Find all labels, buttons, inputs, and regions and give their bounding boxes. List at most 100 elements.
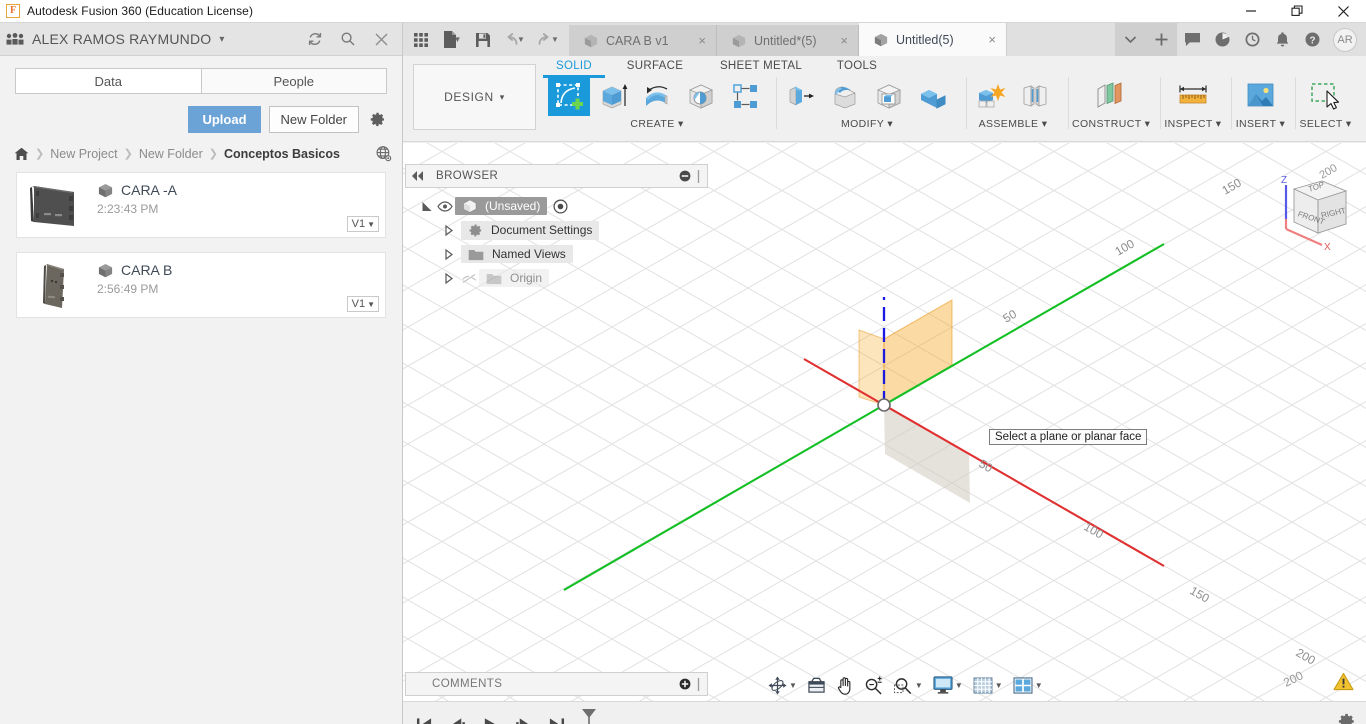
chevron-down-icon[interactable]: ▼: [915, 681, 923, 690]
job-status-button[interactable]: [1207, 23, 1237, 56]
tree-row-document-settings[interactable]: Document Settings: [405, 218, 708, 242]
timeline-begin-button[interactable]: [411, 710, 437, 724]
close-icon[interactable]: [371, 29, 391, 49]
tree-label-origin[interactable]: Origin: [479, 269, 550, 287]
panel-label-assemble[interactable]: ASSEMBLE ▾: [979, 118, 1048, 130]
breadcrumb-item-new-folder[interactable]: New Folder: [139, 147, 203, 161]
breadcrumb-item-new-project[interactable]: New Project: [50, 147, 117, 161]
minimize-button[interactable]: [1228, 0, 1274, 23]
gear-icon[interactable]: [1337, 712, 1356, 724]
measure-button[interactable]: [1167, 76, 1219, 116]
tree-row-origin[interactable]: Origin: [405, 266, 708, 290]
gear-icon[interactable]: [367, 110, 387, 130]
save-button[interactable]: [469, 26, 497, 54]
grip-icon[interactable]: [696, 677, 701, 691]
expand-arrow-icon[interactable]: [419, 201, 435, 212]
restore-button[interactable]: [1274, 0, 1320, 23]
viewcube[interactable]: TOP FRONT RIGHT Z X 200: [1256, 161, 1356, 257]
expand-arrow-icon[interactable]: [441, 224, 457, 236]
home-icon[interactable]: [14, 147, 29, 161]
panel-label-construct[interactable]: CONSTRUCT ▾: [1072, 118, 1150, 130]
timeline-step-back-button[interactable]: [444, 710, 470, 724]
eye-icon[interactable]: [435, 200, 455, 212]
timeline-end-button[interactable]: [543, 710, 569, 724]
look-at-button[interactable]: [800, 672, 829, 698]
workspace-switcher[interactable]: DESIGN ▾: [413, 64, 536, 130]
viewports-button[interactable]: ▼: [1006, 672, 1046, 698]
offset-plane-button[interactable]: [1084, 76, 1138, 116]
doc-tab-cara-b[interactable]: CARA B v1 ×: [569, 25, 717, 56]
tab-overflow-button[interactable]: [1115, 23, 1146, 56]
ribbon-tab-solid[interactable]: SOLID: [543, 56, 605, 78]
zoom-button[interactable]: [857, 672, 886, 698]
doc-tab-untitled-modified[interactable]: Untitled*(5) ×: [717, 25, 859, 56]
timeline-marker-icon[interactable]: [579, 708, 599, 724]
ribbon-tab-surface[interactable]: SURFACE: [605, 56, 705, 78]
grid-snaps-button[interactable]: ▼: [966, 672, 1006, 698]
refresh-icon[interactable]: [305, 29, 325, 49]
panel-label-modify[interactable]: MODIFY ▾: [841, 118, 893, 130]
target-icon[interactable]: [553, 198, 568, 214]
collapse-left-icon[interactable]: [410, 171, 426, 181]
ribbon-tab-sheet-metal[interactable]: SHEET METAL: [705, 56, 817, 78]
minus-circle-icon[interactable]: [679, 170, 691, 182]
chevron-down-icon[interactable]: ▼: [1035, 681, 1043, 690]
chevron-down-icon[interactable]: ▼: [955, 681, 963, 690]
panel-label-select[interactable]: SELECT ▾: [1299, 118, 1351, 130]
eye-hidden-icon[interactable]: [459, 273, 479, 284]
display-settings-button[interactable]: ▼: [926, 672, 966, 698]
zoom-window-button[interactable]: ▼: [886, 672, 926, 698]
panel-label-inspect[interactable]: INSPECT ▾: [1164, 118, 1221, 130]
chevron-down-icon[interactable]: ▼: [789, 681, 797, 690]
timeline-play-button[interactable]: [477, 710, 503, 724]
tree-row-unsaved[interactable]: (Unsaved): [405, 194, 708, 218]
new-component-button[interactable]: [970, 76, 1012, 116]
team-name[interactable]: ALEX RAMOS RAYMUNDO: [32, 31, 211, 47]
panel-label-create[interactable]: CREATE ▾: [630, 118, 683, 130]
tab-people[interactable]: People: [201, 68, 387, 94]
close-icon[interactable]: ×: [972, 32, 996, 47]
version-selector[interactable]: V1 ▼: [346, 216, 379, 232]
close-icon[interactable]: ×: [682, 33, 706, 48]
tree-label-named-views[interactable]: Named Views: [461, 245, 573, 263]
version-selector[interactable]: V1 ▼: [346, 296, 379, 312]
warning-triangle-icon[interactable]: [1333, 672, 1354, 691]
notifications-button[interactable]: [1267, 23, 1297, 56]
chevron-down-icon[interactable]: ▼: [995, 681, 1003, 690]
revolve-button[interactable]: [636, 76, 678, 116]
comments-panel[interactable]: COMMENTS: [405, 672, 708, 696]
panel-label-insert[interactable]: INSERT ▾: [1236, 118, 1286, 130]
tree-row-named-views[interactable]: Named Views: [405, 242, 708, 266]
pattern-button[interactable]: [724, 76, 766, 116]
globe-icon[interactable]: [375, 145, 392, 162]
combine-button[interactable]: [912, 76, 954, 116]
search-icon[interactable]: [338, 29, 358, 49]
comments-button[interactable]: [1177, 23, 1207, 56]
help-button[interactable]: ?: [1297, 23, 1327, 56]
tree-label-document-settings[interactable]: Document Settings: [461, 220, 600, 240]
recent-activity-button[interactable]: [1237, 23, 1267, 56]
orbit-button[interactable]: ▼: [765, 672, 800, 698]
list-item[interactable]: CARA -A 2:23:43 PM V1 ▼: [16, 172, 386, 238]
avatar[interactable]: AR: [1333, 27, 1357, 52]
press-pull-button[interactable]: [780, 76, 822, 116]
undo-button[interactable]: ▼: [497, 26, 531, 54]
chevron-down-icon[interactable]: ▾: [219, 34, 224, 45]
sphere-button[interactable]: [680, 76, 722, 116]
doc-tab-untitled[interactable]: Untitled(5) ×: [859, 23, 1007, 56]
extrude-button[interactable]: [592, 76, 634, 116]
create-sketch-button[interactable]: [548, 76, 590, 116]
close-button[interactable]: [1320, 0, 1366, 23]
tab-data[interactable]: Data: [15, 68, 202, 94]
upload-button[interactable]: Upload: [188, 106, 261, 133]
new-design-button[interactable]: [1146, 23, 1177, 56]
grip-icon[interactable]: [696, 169, 701, 183]
file-menu-button[interactable]: ▼: [435, 26, 469, 54]
list-item[interactable]: CARA B 2:56:49 PM V1 ▼: [16, 252, 386, 318]
new-folder-button[interactable]: New Folder: [268, 106, 359, 133]
select-button[interactable]: [1299, 76, 1351, 116]
pan-button[interactable]: [829, 672, 857, 698]
redo-button[interactable]: ▼: [531, 26, 565, 54]
expand-arrow-icon[interactable]: [441, 248, 457, 260]
add-comment-icon[interactable]: [679, 678, 691, 690]
